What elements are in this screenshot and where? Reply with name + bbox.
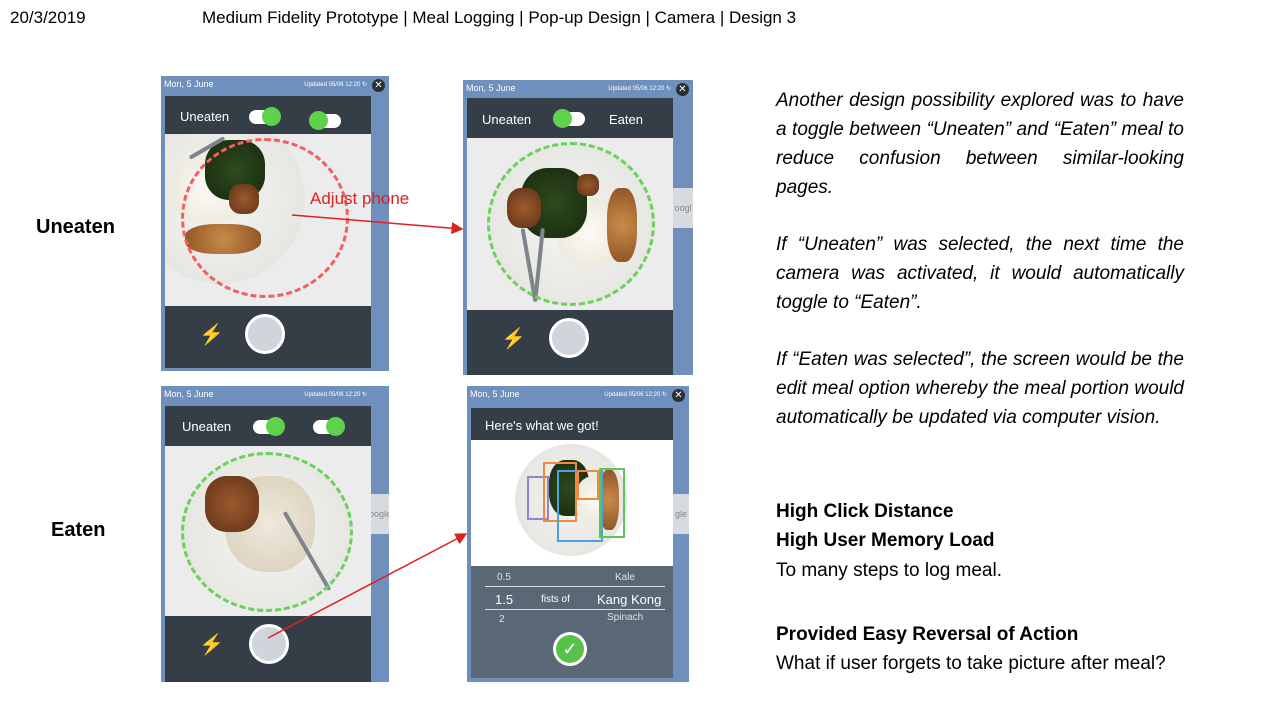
alignment-guide-green	[181, 452, 353, 612]
picker-qty-selected[interactable]: 1.5	[495, 592, 513, 607]
status-date: Mon, 5 June	[470, 389, 520, 399]
toggle-knob	[553, 109, 572, 128]
camera-viewfinder	[467, 138, 673, 310]
description-paragraph-1: Another design possibility explored was …	[776, 90, 1184, 198]
finding-forget-picture: What if user forgets to take picture aft…	[776, 653, 1166, 674]
toggle-eaten[interactable]	[309, 111, 341, 130]
description-paragraph-2: If “Uneaten” was selected, the next time…	[776, 234, 1184, 313]
toggle-uneaten[interactable]	[253, 417, 285, 436]
finding-easy-reversal: Provided Easy Reversal of Action	[776, 624, 1079, 645]
close-icon[interactable]: ✕	[672, 389, 685, 402]
confirm-button[interactable]: ✓	[553, 632, 587, 666]
camera-viewfinder	[165, 446, 371, 616]
portion-picker[interactable]: 0.5 Kale 1.5 fists of Kang Kong 2 Spinac…	[471, 566, 673, 678]
picker-item-selected[interactable]: Kang Kong	[597, 592, 661, 607]
shutter-button[interactable]	[245, 314, 285, 354]
status-updated: Updated 05/06 12:20 ↻	[304, 82, 367, 88]
background-google-hint: gle	[673, 494, 689, 534]
camera-top-bar: Uneaten	[165, 96, 371, 134]
toggle-label-uneaten: Uneaten	[180, 109, 230, 124]
toggle-label-uneaten: Uneaten	[482, 112, 532, 127]
finding-memory-load: High User Memory Load	[776, 530, 995, 551]
background-google-hint: oogl	[673, 188, 693, 228]
shutter-button[interactable]	[249, 624, 289, 664]
phone-screen-eaten-camera: Mon, 5 June Updated 05/06 12:20 ↻ Uneate…	[161, 386, 389, 682]
slide-date: 20/3/2019	[10, 8, 86, 27]
toggle-knob	[309, 111, 328, 130]
flash-off-icon[interactable]: ⚡	[199, 632, 224, 657]
picker-qty-row1: 0.5	[497, 572, 511, 583]
toggle-label-eaten: Eaten	[609, 112, 643, 127]
results-heading: Here's what we got!	[485, 418, 599, 433]
results-header: Here's what we got!	[471, 408, 673, 440]
toggle-knob	[326, 417, 345, 436]
picker-qty-row3: 2	[499, 614, 505, 625]
picker-divider	[485, 609, 665, 610]
finding-many-steps: To many steps to log meal.	[776, 560, 1002, 581]
camera-viewfinder	[165, 134, 371, 306]
status-date: Mon, 5 June	[164, 79, 214, 89]
picker-item-row3: Spinach	[607, 612, 644, 623]
flash-off-icon[interactable]: ⚡	[199, 322, 224, 347]
picker-unit: fists of	[541, 594, 570, 605]
status-bar: Mon, 5 June Updated 05/06 12:20 ↻	[467, 386, 689, 404]
camera-bottom-bar: ⚡	[165, 616, 371, 682]
shutter-button[interactable]	[549, 318, 589, 358]
row-label-eaten: Eaten	[51, 519, 106, 541]
camera-top-bar: Uneaten	[165, 406, 371, 446]
description-paragraph-3: If “Eaten was selected”, the screen woul…	[776, 349, 1184, 428]
finding-click-distance: High Click Distance	[776, 501, 954, 522]
detected-food-image	[471, 440, 673, 566]
status-updated: Updated 05/06 12:20 ↻	[304, 392, 367, 398]
alignment-guide-red	[181, 138, 349, 298]
detection-box-orange-small	[577, 470, 599, 500]
status-bar: Mon, 5 June Updated 05/06 12:20 ↻	[463, 80, 693, 98]
phone-screen-uneaten-camera: Mon, 5 June Updated 05/06 12:20 ↻ ✕ Unea…	[161, 76, 389, 371]
alignment-guide-green	[487, 142, 655, 306]
toggle-knob	[266, 417, 285, 436]
camera-bottom-bar: ⚡	[165, 306, 371, 368]
row-label-uneaten: Uneaten	[36, 216, 115, 238]
check-icon: ✓	[556, 635, 584, 663]
background-google-hint: oogle	[369, 494, 389, 534]
camera-bottom-bar: ⚡	[467, 310, 673, 375]
toggle-mode[interactable]	[553, 109, 585, 128]
phone-screen-adjusted-camera: Mon, 5 June Updated 05/06 12:20 ↻ ✕ oogl…	[463, 80, 693, 375]
toggle-eaten[interactable]	[313, 417, 345, 436]
close-icon[interactable]: ✕	[676, 83, 689, 96]
picker-divider	[485, 586, 665, 587]
flash-off-icon[interactable]: ⚡	[501, 326, 526, 351]
slide-title: Medium Fidelity Prototype | Meal Logging…	[202, 8, 797, 27]
status-bar: Mon, 5 June Updated 05/06 12:20 ↻	[161, 386, 389, 404]
camera-top-bar: Uneaten Eaten	[467, 98, 673, 138]
status-updated: Updated 05/06 12:20 ↻	[604, 392, 667, 398]
toggle-label-uneaten: Uneaten	[182, 419, 232, 434]
toggle-knob	[262, 107, 281, 126]
close-icon[interactable]: ✕	[372, 79, 385, 92]
picker-item-row1: Kale	[615, 572, 636, 583]
status-date: Mon, 5 June	[164, 389, 214, 399]
toggle-uneaten[interactable]	[249, 107, 281, 126]
annotation-adjust-phone: Adjust phone	[310, 189, 410, 208]
status-date: Mon, 5 June	[466, 83, 516, 93]
status-bar: Mon, 5 June Updated 05/06 12:20 ↻	[161, 76, 389, 94]
phone-screen-results: Mon, 5 June Updated 05/06 12:20 ↻ ✕ gle …	[467, 386, 689, 682]
detection-box-green	[599, 468, 625, 538]
status-updated: Updated 05/06 12:20 ↻	[608, 86, 671, 92]
